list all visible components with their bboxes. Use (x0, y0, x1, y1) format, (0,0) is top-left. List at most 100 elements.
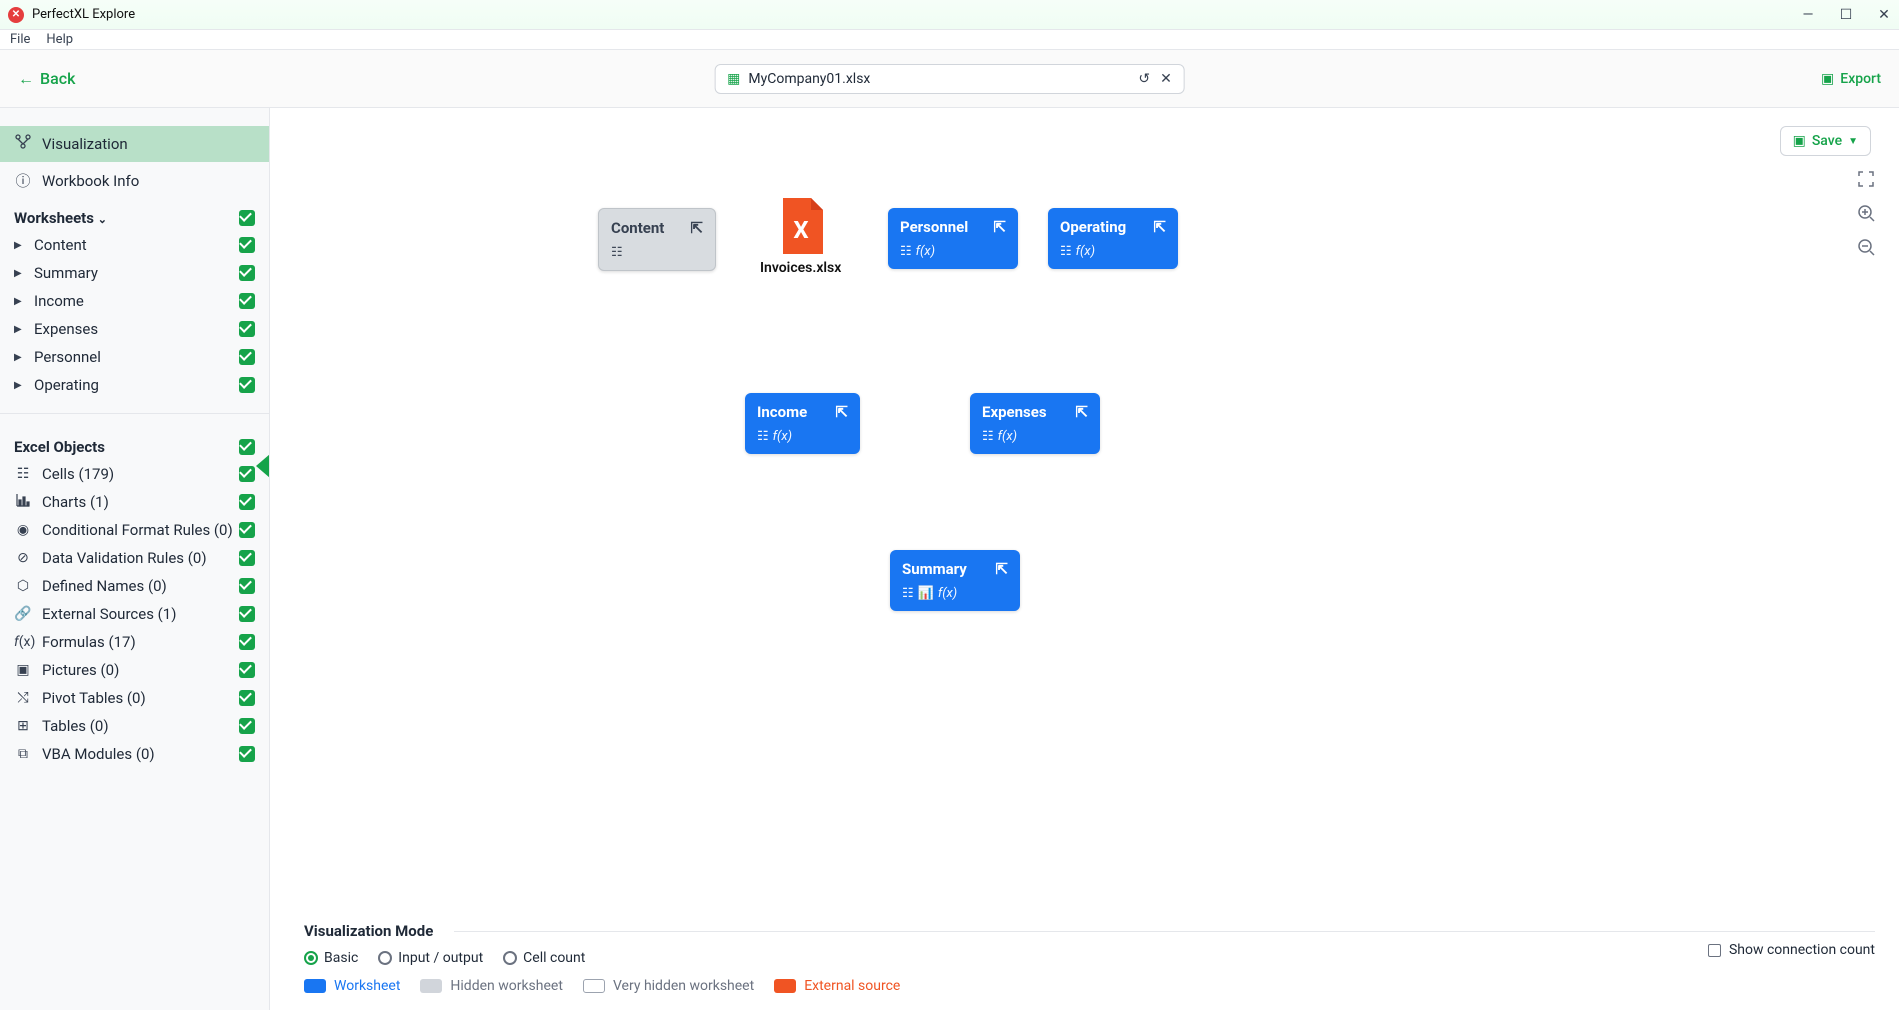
table-icon: ⊞ (14, 718, 32, 734)
objects-checkbox[interactable] (239, 439, 255, 455)
nav-visualization[interactable]: Visualization (0, 126, 269, 162)
node-operating[interactable]: Operating⇱ ☷f(x) (1048, 208, 1178, 269)
minimize-button[interactable]: — (1801, 8, 1815, 22)
checkbox[interactable] (239, 466, 255, 482)
worksheet-label: Income (34, 292, 84, 310)
object-external-sources[interactable]: 🔗External Sources (1) (0, 600, 269, 628)
close-button[interactable]: ✕ (1877, 8, 1891, 22)
mode-label: Cell count (523, 950, 585, 966)
checkbox[interactable] (239, 578, 255, 594)
object-cond-format[interactable]: ◉Conditional Format Rules (0) (0, 516, 269, 544)
object-label: Pivot Tables (0) (42, 689, 146, 707)
show-connection-count[interactable]: Show connection count (1708, 942, 1875, 958)
menu-help[interactable]: Help (46, 32, 73, 47)
open-icon[interactable]: ⇱ (1153, 218, 1166, 236)
validation-icon: ⊘ (14, 550, 32, 566)
checkbox[interactable] (239, 293, 255, 309)
close-file-icon[interactable]: ✕ (1160, 71, 1172, 87)
sidebar: Visualization ⓘ Workbook Info Worksheets… (0, 108, 270, 1010)
object-defined-names[interactable]: ⬡Defined Names (0) (0, 572, 269, 600)
object-label: Pictures (0) (42, 661, 119, 679)
mode-basic[interactable]: Basic (304, 950, 358, 966)
object-cells[interactable]: ☷ Cells (179) (0, 460, 269, 488)
legend-external: External source (774, 978, 900, 994)
checkbox[interactable] (239, 550, 255, 566)
worksheets-checkbox[interactable] (239, 210, 255, 226)
worksheet-personnel[interactable]: ▶Personnel (0, 343, 269, 371)
worksheet-label: Content (34, 236, 87, 254)
object-pivot-tables[interactable]: ⤭ Pivot Tables (0) (0, 684, 269, 712)
checkbox[interactable] (239, 377, 255, 393)
pivot-icon: ⤭ (14, 690, 32, 706)
checkbox[interactable] (239, 494, 255, 510)
worksheets-header[interactable]: Worksheets ⌄ (0, 199, 269, 231)
object-formulas[interactable]: f(x)Formulas (17) (0, 628, 269, 656)
legend-label: Very hidden worksheet (613, 978, 754, 994)
checkbox[interactable] (239, 746, 255, 762)
worksheet-expenses[interactable]: ▶Expenses (0, 315, 269, 343)
checkbox[interactable] (239, 321, 255, 337)
cells-icon: ☷ (1060, 244, 1072, 259)
object-tables[interactable]: ⊞Tables (0) (0, 712, 269, 740)
reload-icon[interactable]: ↺ (1138, 71, 1150, 87)
menu-file[interactable]: File (10, 32, 30, 47)
object-pictures[interactable]: ▣ Pictures (0) (0, 656, 269, 684)
menu-bar: File Help (0, 30, 1899, 50)
checkbox[interactable] (239, 662, 255, 678)
titlebar: ✕ PerfectXL Explore — ☐ ✕ (0, 0, 1899, 30)
mode-input-output[interactable]: Input / output (378, 950, 483, 966)
vba-icon: ⧉ (14, 746, 32, 762)
worksheet-income[interactable]: ▶Income (0, 287, 269, 315)
cells-icon: ☷ (611, 245, 623, 260)
chart-icon: 📊 (918, 586, 934, 601)
checkbox[interactable] (239, 237, 255, 253)
legend-hidden: Hidden worksheet (420, 978, 563, 994)
checkbox[interactable] (239, 265, 255, 281)
worksheet-operating[interactable]: ▶Operating (0, 371, 269, 399)
back-label: Back (40, 69, 75, 88)
open-icon[interactable]: ⇱ (993, 218, 1006, 236)
back-button[interactable]: ← Back (18, 69, 75, 89)
node-title: Expenses (982, 403, 1047, 421)
open-icon[interactable]: ⇱ (835, 403, 848, 421)
node-summary[interactable]: Summary⇱ ☷📊f(x) (890, 550, 1020, 611)
checkbox[interactable] (239, 718, 255, 734)
node-personnel[interactable]: Personnel⇱ ☷f(x) (888, 208, 1018, 269)
object-vba-modules[interactable]: ⧉ VBA Modules (0) (0, 740, 269, 768)
open-icon[interactable]: ⇱ (690, 219, 703, 237)
open-icon[interactable]: ⇱ (995, 560, 1008, 578)
canvas[interactable]: ▣ Save ▼ Content⇱ ☷ X (270, 108, 1899, 1010)
object-label: Data Validation Rules (0) (42, 549, 207, 567)
external-file-node[interactable]: X Invoices.xlsx (760, 198, 841, 276)
object-charts[interactable]: Charts (1) (0, 488, 269, 516)
caret-icon: ▶ (14, 324, 24, 335)
checkbox[interactable] (239, 606, 255, 622)
mode-cell-count[interactable]: Cell count (503, 950, 585, 966)
node-content[interactable]: Content⇱ ☷ (598, 208, 716, 271)
node-income[interactable]: Income⇱ ☷f(x) (745, 393, 860, 454)
formula-icon: f(x) (938, 586, 957, 601)
worksheet-summary[interactable]: ▶Summary (0, 259, 269, 287)
maximize-button[interactable]: ☐ (1839, 8, 1853, 22)
nav-workbook-info[interactable]: ⓘ Workbook Info (0, 162, 269, 199)
object-label: VBA Modules (0) (42, 745, 155, 763)
object-label: Cells (179) (42, 465, 114, 483)
object-label: Conditional Format Rules (0) (42, 521, 233, 539)
picture-icon: ▣ (14, 662, 32, 678)
checkbox[interactable] (239, 690, 255, 706)
excel-objects-header[interactable]: Excel Objects (0, 428, 269, 460)
formula-icon: f(x) (14, 634, 32, 650)
object-data-validation[interactable]: ⊘ Data Validation Rules (0) (0, 544, 269, 572)
worksheet-content[interactable]: ▶Content (0, 231, 269, 259)
cells-icon: ☷ (14, 466, 32, 482)
nav-workbook-info-label: Workbook Info (42, 172, 139, 190)
export-button[interactable]: ▣ Export (1821, 71, 1881, 87)
arrow-left-icon: ← (18, 69, 34, 89)
checkbox[interactable] (239, 634, 255, 650)
checkbox[interactable] (239, 349, 255, 365)
checkbox[interactable] (239, 522, 255, 538)
file-chip: ▦ MyCompany01.xlsx ↺ ✕ (714, 64, 1185, 94)
node-expenses[interactable]: Expenses⇱ ☷f(x) (970, 393, 1100, 454)
link-icon: 🔗 (14, 606, 32, 622)
open-icon[interactable]: ⇱ (1075, 403, 1088, 421)
